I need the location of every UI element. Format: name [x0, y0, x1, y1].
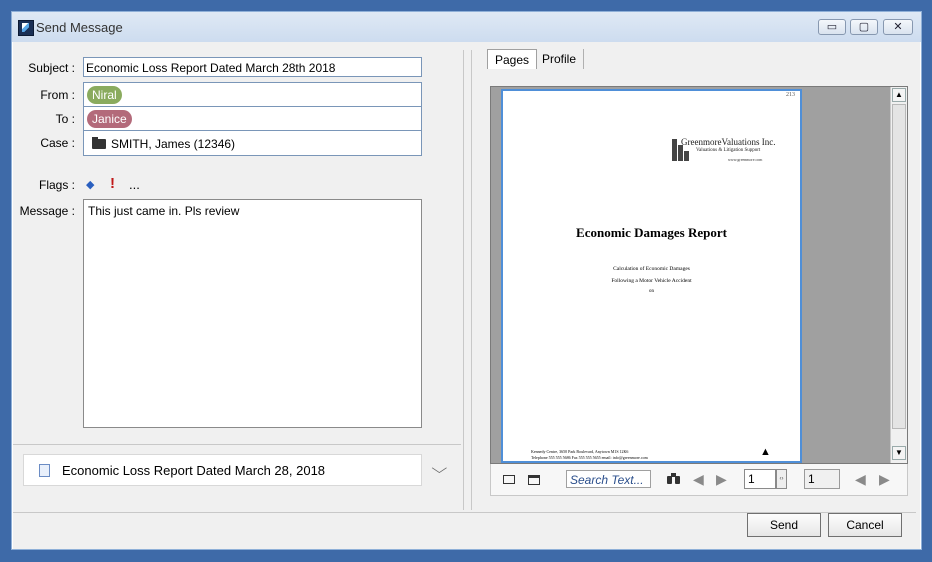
more-flags-button[interactable]: ... — [129, 177, 140, 192]
to-field[interactable]: Janice — [83, 106, 422, 131]
preview-scrollbar[interactable]: ▲ ▼ — [890, 87, 907, 463]
scroll-down-button[interactable]: ▼ — [892, 446, 906, 460]
message-text: This just came in. Pls review — [88, 204, 240, 218]
pane-splitter-edge — [471, 50, 472, 510]
from-field[interactable]: Niral — [83, 82, 422, 107]
priority-flag-icon[interactable]: ◆ — [86, 178, 94, 191]
report-title: Economic Damages Report — [576, 225, 727, 240]
dialog-body: Subject : Economic Loss Report Dated Mar… — [13, 42, 920, 549]
report-footer-address: Kennedy Centre, 3650 Park Boulevard, Any… — [531, 449, 629, 454]
send-message-window: Send Message ▭ ▢ ✕ Subject : Economic Lo… — [11, 11, 922, 550]
report-line-1: Calculation of Economic Damages — [613, 266, 690, 272]
app-icon — [18, 20, 34, 36]
case-text: SMITH, James (12346) — [111, 137, 236, 151]
company-site: www.greenmore.com — [728, 157, 763, 162]
close-button[interactable]: ✕ — [883, 19, 913, 35]
attachment-item[interactable]: Economic Loss Report Dated March 28, 201… — [23, 454, 422, 486]
case-label: Case : — [40, 136, 75, 150]
previous-page-icon[interactable]: ◀ — [855, 471, 866, 488]
next-page-icon[interactable]: ▶ — [879, 471, 890, 488]
cancel-button-label: Cancel — [846, 518, 884, 532]
binoculars-icon[interactable] — [667, 473, 680, 484]
page-total: 1 — [804, 469, 840, 489]
window-title: Send Message — [36, 20, 123, 35]
subject-input[interactable]: Economic Loss Report Dated March 28th 20… — [83, 57, 422, 77]
folder-tab-icon — [92, 137, 98, 140]
from-label: From : — [40, 88, 75, 102]
company-name: GreenmoreValuations Inc. — [681, 137, 776, 147]
document-preview[interactable]: 213 GreenmoreValuations Inc. Valuations … — [490, 86, 908, 464]
window-view-icon[interactable] — [528, 475, 540, 485]
search-text-input[interactable]: Search Text... — [566, 470, 651, 488]
to-label: To : — [55, 112, 75, 126]
to-recipient-chip[interactable]: Janice — [87, 110, 132, 128]
important-flag-icon[interactable]: ! — [110, 175, 115, 192]
from-recipient-chip[interactable]: Niral — [87, 86, 122, 104]
find-next-icon[interactable]: ▶ — [716, 471, 727, 488]
folder-icon — [92, 139, 106, 149]
send-button-label: Send — [769, 518, 799, 532]
tab-divider — [583, 49, 584, 69]
flags-label: Flags : — [38, 178, 75, 192]
page-stepper-icon[interactable]: ‹› — [776, 469, 787, 489]
maximize-button[interactable]: ▢ — [850, 19, 878, 35]
company-tagline: Valuations & Litigation Support — [696, 148, 761, 153]
report-line-2: Following a Motor Vehicle Accident — [611, 278, 692, 284]
minimize-button[interactable]: ▭ — [818, 19, 846, 35]
message-textarea[interactable]: This just came in. Pls review — [83, 199, 422, 428]
tab-pages[interactable]: Pages — [487, 49, 538, 69]
pane-splitter[interactable] — [463, 50, 464, 510]
scroll-thumb[interactable] — [892, 104, 906, 429]
page-number: 213 — [786, 92, 795, 98]
page-number-input[interactable]: 1 — [744, 469, 776, 489]
tab-profile[interactable]: Profile — [535, 49, 583, 69]
chevron-down-icon[interactable]: ⌵ — [431, 460, 447, 477]
document-page: 213 GreenmoreValuations Inc. Valuations … — [501, 89, 802, 463]
case-field[interactable]: SMITH, James (12346) — [83, 130, 422, 156]
open-folder-icon[interactable] — [503, 475, 515, 484]
attachment-separator — [13, 444, 461, 445]
title-bar: Send Message ▭ ▢ ✕ — [12, 12, 921, 42]
subject-text: Economic Loss Report Dated March 28th 20… — [86, 61, 336, 75]
attachment-name: Economic Loss Report Dated March 28, 201… — [62, 463, 326, 478]
find-previous-icon[interactable]: ◀ — [693, 471, 704, 488]
document-icon — [39, 464, 50, 477]
report-footer-contact: Telephone 555 555 5686 Fax 555 555 5655 … — [531, 455, 648, 460]
message-label: Message : — [19, 204, 75, 218]
preview-toolbar: Search Text... ◀ ▶ 1 ‹› 1 ◀ ▶ — [490, 464, 908, 496]
footer-logo-icon: ▲ — [760, 446, 771, 458]
cancel-button[interactable]: Cancel — [828, 513, 902, 537]
send-button[interactable]: Send — [747, 513, 821, 537]
scroll-up-button[interactable]: ▲ — [892, 88, 906, 102]
report-line-3: on — [649, 289, 654, 294]
subject-label: Subject : — [28, 61, 75, 75]
